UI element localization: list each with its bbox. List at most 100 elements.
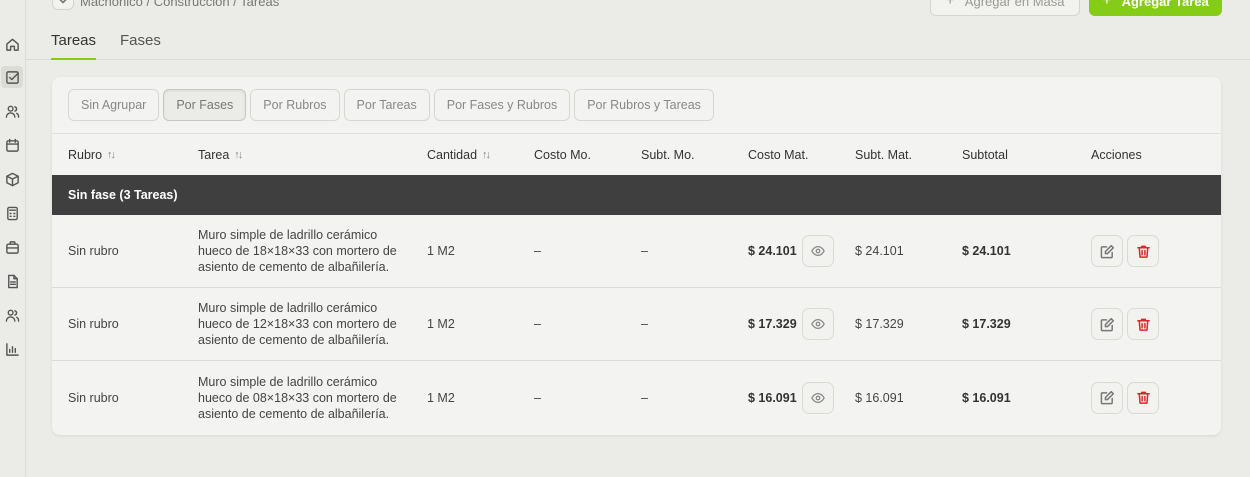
bulk-add-label: Agregar en Masa — [964, 0, 1065, 9]
column-header-subt-mo: Subt. Mo. — [641, 148, 695, 162]
table-header: Rubro ↑↓ Tarea ↑↓ Cantidad ↑↓ Costo Mo. … — [52, 133, 1221, 175]
cell-tarea: Muro simple de ladrillo cerámico hueco d… — [198, 374, 397, 421]
view-materials-button[interactable] — [802, 308, 834, 340]
cell-subtotal: $ 24.101 — [962, 244, 1011, 258]
bulk-add-button[interactable]: + Agregar en Masa — [930, 0, 1080, 16]
cell-cantidad: 1 M2 — [427, 244, 455, 258]
tab-fases[interactable]: Fases — [120, 32, 161, 60]
cell-costo-mo: – — [534, 390, 541, 405]
group-sin-agrupar-button[interactable]: Sin Agrupar — [68, 89, 160, 121]
column-header-subt-mat: Subt. Mat. — [855, 148, 912, 162]
calendar-icon — [5, 138, 19, 152]
cell-rubro: Sin rubro — [68, 390, 119, 405]
sidebar-item-calculator[interactable] — [1, 202, 23, 224]
cell-subtotal: $ 17.329 — [962, 317, 1011, 331]
add-task-label: Agregar Tarea — [1121, 0, 1209, 9]
sidebar-item-contacts[interactable] — [1, 304, 23, 326]
document-icon — [7, 274, 18, 288]
edit-button[interactable] — [1091, 235, 1123, 267]
sidebar-item-users[interactable] — [1, 100, 23, 122]
cell-tarea: Muro simple de ladrillo cerámico hueco d… — [198, 301, 397, 347]
tasks-icon — [5, 70, 19, 84]
view-materials-button[interactable] — [802, 381, 834, 414]
column-label: Rubro — [68, 148, 103, 162]
sort-icon: ↑↓ — [482, 149, 491, 161]
sort-icon: ↑↓ — [107, 149, 116, 161]
edit-button[interactable] — [1091, 381, 1123, 414]
sidebar-item-reports[interactable] — [1, 338, 23, 360]
cell-costo-mat: $ 24.101 — [748, 244, 797, 258]
box-icon — [5, 172, 19, 186]
cell-rubro: Sin rubro — [68, 244, 119, 258]
cell-subt-mat: $ 16.091 — [855, 390, 904, 405]
cell-subt-mo: – — [641, 390, 648, 405]
delete-button[interactable] — [1127, 308, 1159, 340]
group-por-fases-button[interactable]: Por Fases — [163, 89, 247, 121]
cell-subt-mat: $ 17.329 — [855, 317, 904, 331]
tasks-card: Sin Agrupar Por Fases Por Rubros Por Tar… — [52, 77, 1221, 435]
users-icon — [5, 105, 19, 118]
group-por-fases-y-rubros-button[interactable]: Por Fases y Rubros — [433, 89, 571, 121]
column-header-costo-mat: Costo Mat. — [748, 148, 809, 162]
tab-tareas[interactable]: Tareas — [51, 32, 97, 60]
cell-subt-mat: $ 24.101 — [855, 244, 904, 258]
cell-costo-mo: – — [534, 244, 541, 258]
plus-icon: + — [945, 0, 955, 9]
briefcase-icon — [5, 240, 19, 254]
column-header-tarea[interactable]: Tarea ↑↓ — [198, 148, 243, 162]
breadcrumb-toggle[interactable] — [52, 0, 74, 10]
group-por-tareas-button[interactable]: Por Tareas — [343, 89, 430, 121]
add-task-button[interactable]: + Agregar Tarea — [1089, 0, 1222, 16]
cell-subtotal: $ 16.091 — [962, 390, 1011, 405]
contacts-icon — [5, 309, 19, 322]
eye-icon — [811, 392, 825, 403]
column-header-cantidad[interactable]: Cantidad ↑↓ — [427, 148, 491, 162]
sidebar-item-products[interactable] — [1, 168, 23, 190]
sidebar-item-home[interactable] — [1, 33, 23, 55]
sidebar-item-tasks[interactable] — [1, 66, 23, 88]
chevron-down-icon — [59, 0, 67, 4]
grouping-bar: Sin Agrupar Por Fases Por Rubros Por Tar… — [68, 89, 714, 121]
edit-icon — [1100, 244, 1114, 258]
view-materials-button[interactable] — [802, 235, 834, 267]
phase-group-header[interactable]: Sin fase (3 Tareas) — [52, 175, 1221, 215]
home-icon — [5, 38, 19, 51]
breadcrumb: Machónico / Construcción / Tareas — [52, 0, 279, 10]
trash-icon — [1136, 245, 1150, 258]
cell-tarea: Muro simple de ladrillo cerámico hueco d… — [198, 228, 397, 274]
column-header-rubro[interactable]: Rubro ↑↓ — [68, 148, 116, 162]
sidebar-item-documents[interactable] — [1, 270, 23, 292]
sidebar-item-projects[interactable] — [1, 236, 23, 258]
column-label: Cantidad — [427, 148, 478, 162]
cell-rubro: Sin rubro — [68, 317, 119, 331]
cell-cantidad: 1 M2 — [427, 390, 455, 405]
column-header-acciones: Acciones — [1091, 148, 1142, 162]
group-por-rubros-button[interactable]: Por Rubros — [250, 89, 340, 121]
edit-icon — [1100, 317, 1114, 331]
eye-icon — [811, 245, 825, 257]
sidebar — [0, 0, 26, 477]
group-por-rubros-y-tareas-button[interactable]: Por Rubros y Tareas — [574, 89, 714, 121]
column-header-costo-mo: Costo Mo. — [534, 148, 591, 162]
delete-button[interactable] — [1127, 235, 1159, 267]
chart-icon — [5, 342, 19, 356]
edit-button[interactable] — [1091, 308, 1123, 340]
table-row: Sin rubro Muro simple de ladrillo cerámi… — [52, 288, 1221, 361]
sort-icon: ↑↓ — [234, 149, 243, 161]
cell-subt-mo: – — [641, 244, 648, 258]
trash-icon — [1136, 318, 1150, 331]
plus-icon: + — [1102, 0, 1112, 9]
table-row: Sin rubro Muro simple de ladrillo cerámi… — [52, 361, 1221, 434]
table-row: Sin rubro Muro simple de ladrillo cerámi… — [52, 215, 1221, 288]
column-header-subtotal: Subtotal — [962, 148, 1008, 162]
trash-icon — [1136, 391, 1150, 404]
cell-cantidad: 1 M2 — [427, 317, 455, 331]
sidebar-item-calendar[interactable] — [1, 134, 23, 156]
delete-button[interactable] — [1127, 381, 1159, 414]
breadcrumb-text[interactable]: Machónico / Construcción / Tareas — [80, 0, 279, 9]
tabs: Tareas Fases — [26, 26, 1250, 60]
column-label: Tarea — [198, 148, 230, 162]
cell-costo-mat: $ 17.329 — [748, 317, 797, 331]
eye-icon — [811, 318, 825, 330]
cell-costo-mat: $ 16.091 — [748, 390, 797, 405]
